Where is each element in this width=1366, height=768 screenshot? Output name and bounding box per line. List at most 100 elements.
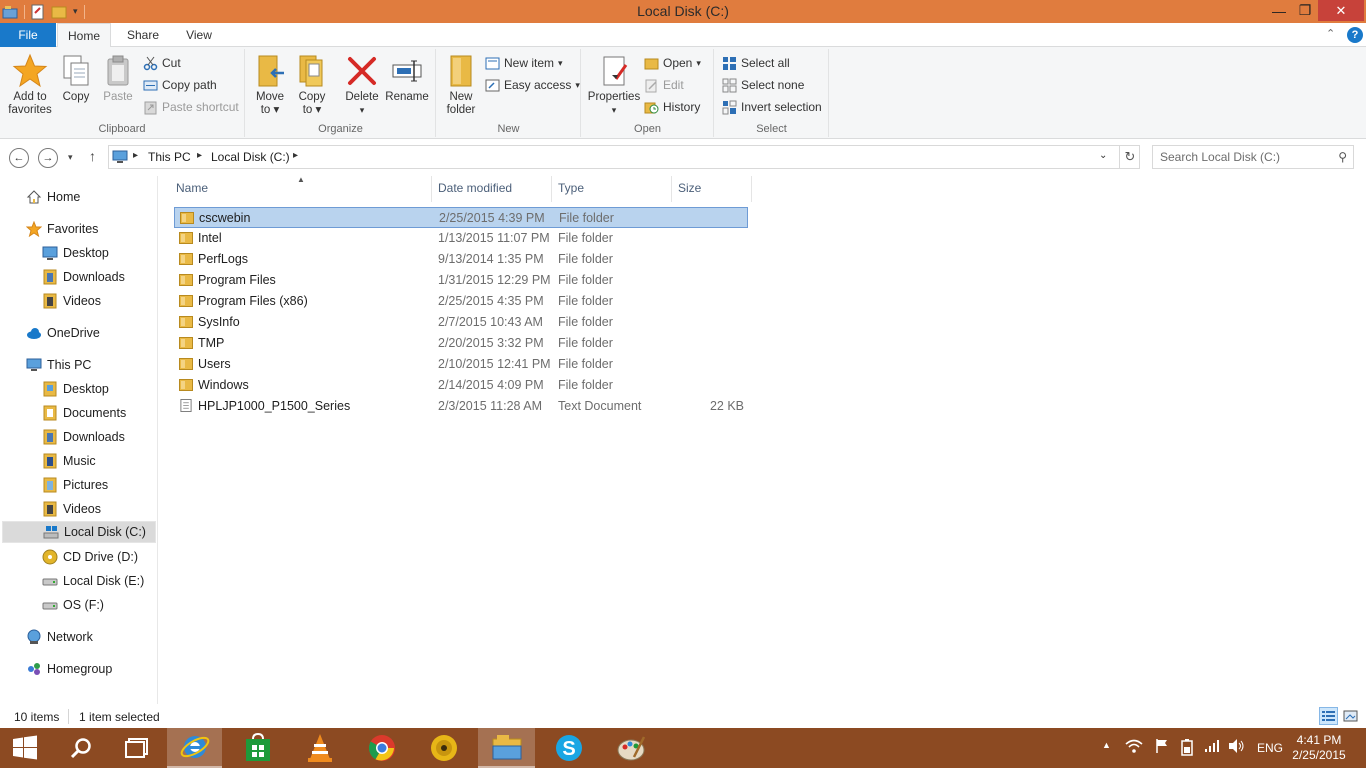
breadcrumb-this-pc[interactable]: This PC bbox=[148, 150, 191, 164]
delete-dropdown-icon[interactable]: ▾ bbox=[340, 104, 384, 117]
taskbar-file-explorer[interactable] bbox=[478, 728, 535, 768]
minimize-button[interactable]: — bbox=[1266, 0, 1292, 21]
invert-selection-button[interactable]: Invert selection bbox=[722, 98, 822, 116]
search-input[interactable] bbox=[1153, 146, 1323, 168]
new-item-button[interactable]: New item ▾ bbox=[485, 54, 563, 72]
taskbar-media-player[interactable] bbox=[416, 728, 471, 768]
open-button[interactable]: Open ▾ bbox=[644, 54, 701, 72]
file-row[interactable]: Intel 1/13/2015 11:07 PM File folder bbox=[174, 228, 748, 249]
start-button[interactable] bbox=[0, 728, 50, 768]
column-header-type[interactable]: Type bbox=[552, 176, 672, 202]
add-to-favorites-button[interactable]: Add to favorites bbox=[4, 53, 56, 117]
action-center-flag-icon[interactable] bbox=[1155, 738, 1169, 757]
properties-dropdown-icon[interactable]: ▾ bbox=[586, 104, 642, 117]
delete-button[interactable]: Delete ▾ bbox=[340, 53, 384, 117]
collapse-ribbon-icon[interactable]: ⌃ bbox=[1326, 27, 1335, 40]
file-row[interactable]: Program Files 1/31/2015 12:29 PM File fold… bbox=[174, 270, 748, 291]
edit-button[interactable]: Edit bbox=[644, 76, 684, 94]
forward-button[interactable]: → bbox=[38, 148, 58, 168]
nav-item-network[interactable]: Network bbox=[26, 626, 156, 648]
new-folder-button[interactable]: New folder bbox=[441, 53, 481, 117]
paste-shortcut-button[interactable]: Paste shortcut bbox=[143, 98, 239, 116]
help-icon[interactable]: ? bbox=[1347, 27, 1363, 43]
address-dropdown-icon[interactable]: ⌄ bbox=[1099, 150, 1107, 161]
breadcrumb-arrow-icon[interactable]: ▸ bbox=[133, 150, 138, 161]
signal-strength-icon[interactable] bbox=[1204, 739, 1220, 756]
input-language[interactable]: ENG bbox=[1257, 741, 1283, 755]
rename-button[interactable]: Rename bbox=[384, 53, 430, 104]
copy-button[interactable]: Copy bbox=[58, 53, 94, 104]
search-box[interactable]: ⚲ bbox=[1152, 145, 1354, 169]
file-row[interactable]: PerfLogs 9/13/2014 1:35 PM File folder bbox=[174, 249, 748, 270]
file-row[interactable]: HPLJP1000_P1500_Series 2/3/2015 11:28 AM T… bbox=[174, 396, 748, 417]
nav-item-os-f[interactable]: OS (F:) bbox=[42, 594, 156, 616]
file-row[interactable]: SysInfo 2/7/2015 10:43 AM File folder bbox=[174, 312, 748, 333]
breadcrumb-arrow-icon[interactable]: ▸ bbox=[197, 150, 202, 161]
search-icon[interactable]: ⚲ bbox=[1338, 150, 1347, 164]
file-row[interactable]: Windows 2/14/2015 4:09 PM File folder bbox=[174, 375, 748, 396]
select-none-button[interactable]: Select none bbox=[722, 76, 804, 94]
taskbar-paint[interactable] bbox=[602, 728, 660, 768]
nav-item-this-pc[interactable]: This PC bbox=[26, 354, 156, 376]
copy-to-button[interactable]: Copy to ▾ bbox=[292, 53, 332, 117]
nav-item-local-disk-e[interactable]: Local Disk (E:) bbox=[42, 570, 156, 592]
easy-access-button[interactable]: Easy access ▾ bbox=[485, 76, 580, 94]
battery-icon[interactable] bbox=[1180, 738, 1194, 759]
paste-button[interactable]: Paste bbox=[98, 53, 138, 104]
recent-locations-icon[interactable]: ▾ bbox=[68, 152, 73, 163]
nav-item-home[interactable]: Home bbox=[26, 186, 156, 208]
taskbar-ie[interactable] bbox=[167, 728, 222, 768]
nav-item-pc-documents[interactable]: Documents bbox=[42, 402, 156, 424]
properties-button[interactable]: Properties ▾ bbox=[586, 53, 642, 117]
file-row[interactable]: Users 2/10/2015 12:41 PM File folder bbox=[174, 354, 748, 375]
nav-item-pc-music[interactable]: Music bbox=[42, 450, 156, 472]
taskbar-skype[interactable]: S bbox=[540, 728, 598, 768]
title-bar[interactable]: ▾ Local Disk (C:) — ❐ ✕ bbox=[0, 0, 1366, 23]
details-view-button[interactable] bbox=[1319, 707, 1338, 725]
tab-home[interactable]: Home bbox=[57, 23, 111, 48]
file-row[interactable]: cscwebin 2/25/2015 4:39 PM File folder bbox=[174, 207, 748, 228]
large-icons-view-button[interactable] bbox=[1341, 707, 1360, 725]
select-all-button[interactable]: Select all bbox=[722, 54, 790, 72]
nav-item-homegroup[interactable]: Homegroup bbox=[26, 658, 156, 680]
tab-file[interactable]: File bbox=[0, 23, 56, 47]
column-header-size[interactable]: Size bbox=[672, 176, 752, 202]
address-bar[interactable]: ▸ This PC ▸ Local Disk (C:) ▸ ⌄ ↻ bbox=[108, 145, 1140, 169]
move-to-button[interactable]: Move to ▾ bbox=[250, 53, 290, 117]
show-hidden-icons-icon[interactable]: ▲ bbox=[1102, 740, 1111, 750]
taskbar-store[interactable] bbox=[230, 728, 285, 768]
taskbar-chrome[interactable] bbox=[354, 728, 409, 768]
tab-share[interactable]: Share bbox=[116, 23, 170, 47]
back-button[interactable]: ← bbox=[9, 148, 29, 168]
column-header-name[interactable]: ▲ Name bbox=[160, 175, 432, 202]
task-view-button[interactable] bbox=[111, 728, 163, 768]
nav-item-cd-drive-d[interactable]: CD Drive (D:) bbox=[42, 546, 156, 568]
clock[interactable]: 4:41 PM 2/25/2015 bbox=[1284, 733, 1354, 763]
nav-item-pc-desktop[interactable]: Desktop bbox=[42, 378, 156, 400]
history-button[interactable]: History bbox=[644, 98, 700, 116]
taskbar-vlc[interactable] bbox=[292, 728, 347, 768]
nav-item-fav-desktop[interactable]: Desktop bbox=[42, 242, 156, 264]
refresh-icon[interactable]: ↻ bbox=[1119, 146, 1140, 168]
nav-item-fav-downloads[interactable]: Downloads bbox=[42, 266, 156, 288]
file-row[interactable]: TMP 2/20/2015 3:32 PM File folder bbox=[174, 333, 748, 354]
nav-item-local-disk-c[interactable]: Local Disk (C:) bbox=[2, 521, 156, 543]
restore-button[interactable]: ❐ bbox=[1292, 0, 1318, 21]
cut-button[interactable]: Cut bbox=[143, 54, 181, 72]
volume-icon[interactable] bbox=[1228, 738, 1246, 757]
nav-item-onedrive[interactable]: OneDrive bbox=[26, 322, 156, 344]
up-arrow-icon[interactable]: ↑ bbox=[89, 148, 96, 164]
column-header-date[interactable]: Date modified bbox=[432, 176, 552, 202]
breadcrumb-local-disk[interactable]: Local Disk (C:) bbox=[211, 150, 290, 164]
nav-item-pc-pictures[interactable]: Pictures bbox=[42, 474, 156, 496]
breadcrumb-arrow-icon[interactable]: ▸ bbox=[293, 150, 298, 161]
taskbar-search-button[interactable] bbox=[55, 728, 107, 768]
nav-item-pc-downloads[interactable]: Downloads bbox=[42, 426, 156, 448]
nav-item-favorites[interactable]: Favorites bbox=[25, 218, 156, 240]
nav-item-pc-videos[interactable]: Videos bbox=[42, 498, 156, 520]
copy-path-button[interactable]: Copy path bbox=[143, 76, 217, 94]
wifi-icon[interactable] bbox=[1125, 738, 1143, 757]
tab-view[interactable]: View bbox=[174, 23, 224, 47]
nav-item-fav-videos[interactable]: Videos bbox=[42, 290, 156, 312]
file-row[interactable]: Program Files (x86) 2/25/2015 4:35 PM File… bbox=[174, 291, 748, 312]
